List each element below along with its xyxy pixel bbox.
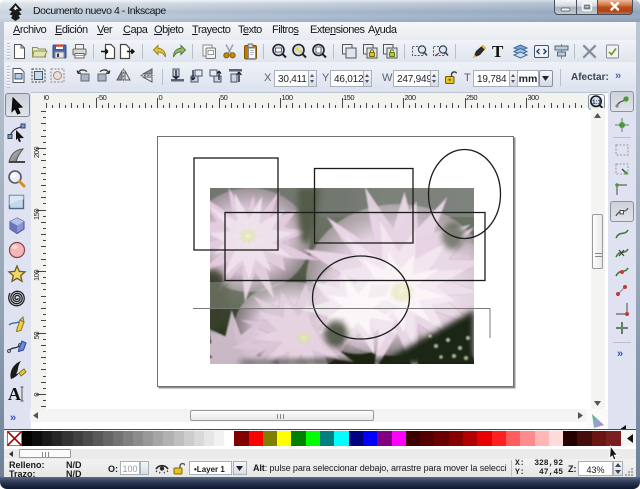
svg-text:A: A <box>8 384 21 404</box>
